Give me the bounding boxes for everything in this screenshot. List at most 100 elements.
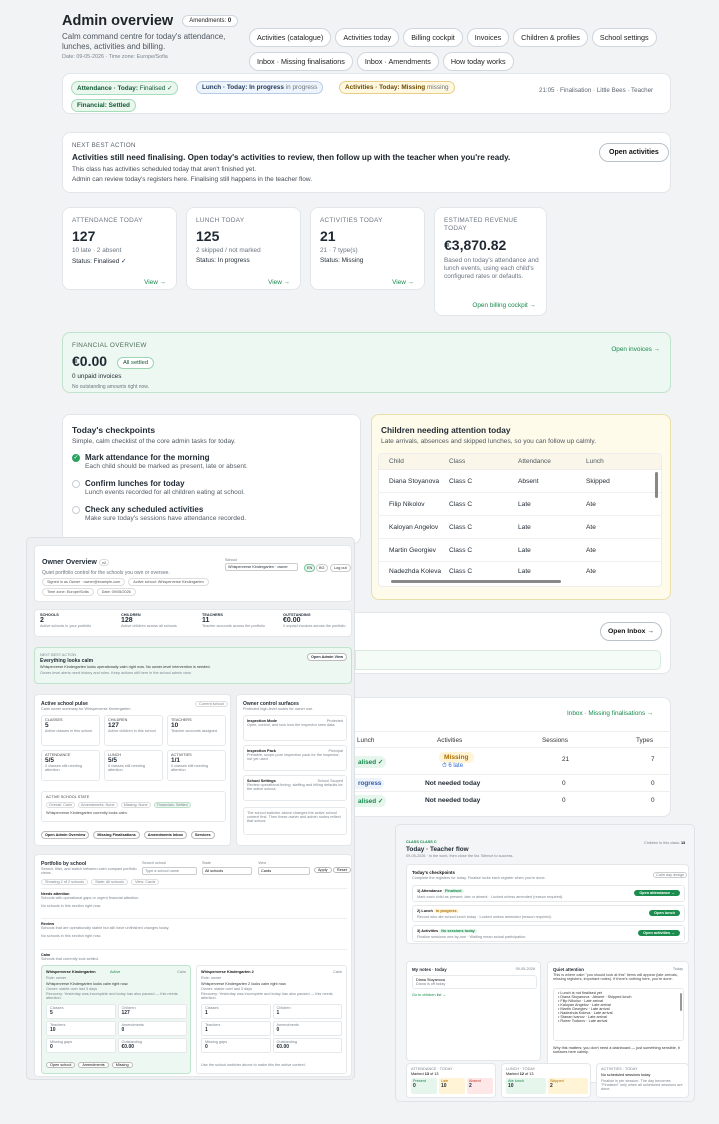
- note-entry[interactable]: Diana Stoyanova Diana is off today: [412, 975, 537, 989]
- group-review[interactable]: Review Schools that are operationally st…: [41, 918, 347, 946]
- lang-en[interactable]: EN: [304, 564, 316, 572]
- checkpoint-title: Check any scheduled activities: [85, 505, 204, 514]
- col-child: Child: [389, 458, 404, 465]
- scrollbar[interactable]: [680, 993, 682, 1011]
- attention-subtitle: Late arrivals, absences and skipped lunc…: [381, 438, 597, 445]
- page-subtitle: Calm command centre for today's attendan…: [62, 32, 226, 51]
- missing-finalisations-button[interactable]: Missing Finalisations: [93, 831, 140, 839]
- next-action-line1: This class has activities scheduled toda…: [72, 166, 257, 173]
- financial-note: No outstanding amounts right now.: [72, 384, 149, 390]
- reset-button[interactable]: Reset: [333, 867, 351, 873]
- checkpoint-desc: Make sure today's sessions have attendan…: [85, 515, 247, 522]
- col-lunch: Lunch: [586, 458, 604, 465]
- open-activities-button[interactable]: Open activities: [599, 143, 669, 162]
- portfolio-state-select[interactable]: All schools: [202, 867, 252, 875]
- col-attendance: Attendance: [518, 458, 551, 465]
- status-financial[interactable]: Financial: Settled: [71, 99, 136, 112]
- owner-chip: Time zone: Europe/Sofia: [42, 588, 94, 596]
- quiet-attention-list[interactable]: • Lunch is not finalised yet • Diana Sto…: [553, 988, 684, 1041]
- teacher-step-attendance[interactable]: 1) Attendance Finalised Mark each child …: [412, 885, 685, 902]
- missing-finalisations-link[interactable]: Inbox · Missing finalisations →: [567, 710, 653, 717]
- checkpoint-title: Mark attendance for the morning: [85, 453, 210, 462]
- status-activities[interactable]: Activities · Today: Missing missing: [339, 81, 455, 94]
- status-note: 21:05 · Finalisation · Little Bees · Tea…: [539, 87, 654, 94]
- lang-bg[interactable]: BG: [316, 564, 328, 572]
- next-action-headline: Activities still need finalising. Open t…: [72, 153, 511, 162]
- nav-inbox-missing[interactable]: Inbox · Missing finalisations: [249, 52, 353, 71]
- attention-table[interactable]: Child Class Attendance Lunch Diana Stoya…: [378, 453, 662, 587]
- stat-kicker: ACTIVITIES TODAY: [320, 217, 383, 224]
- checkpoint-item[interactable]: Check any scheduled activities Make sure…: [72, 505, 355, 522]
- surface-inspection-pack[interactable]: Inspection Pack Principal Printable, scope…: [243, 745, 347, 771]
- teacher-step-lunch[interactable]: 2) Lunch In progress Record who ate scho…: [412, 905, 685, 922]
- teacher-checkpoints: Today's checkpoints Complete the registe…: [406, 864, 689, 944]
- teacher-class-kicker: CLASS CLASS C: [406, 840, 437, 844]
- status-attendance[interactable]: Attendance · Today: Finalised ✓: [71, 81, 179, 95]
- school-select[interactable]: Whisperverse Kindergarten · owner: [225, 563, 298, 571]
- group-needs-attention[interactable]: Needs attention Schools with operational…: [41, 888, 347, 916]
- open-admin-overview-button[interactable]: Open Admin Overview: [41, 831, 90, 839]
- open-school-button[interactable]: Open school: [46, 1062, 76, 1068]
- stat-view-link[interactable]: View →: [392, 279, 414, 286]
- teacher-step-activities[interactable]: 3) Activities No sessions today Finalise…: [412, 925, 685, 942]
- vertical-scrollbar[interactable]: [655, 472, 658, 498]
- nav-how-today-works[interactable]: How today works: [442, 52, 514, 71]
- stat-view-link[interactable]: View →: [144, 279, 166, 286]
- open-invoices-link[interactable]: Open invoices →: [611, 346, 660, 353]
- amendments-badge: Amendments: 0: [182, 15, 239, 27]
- portfolio-view-select[interactable]: Cards: [258, 867, 310, 875]
- nav-activities-today[interactable]: Activities today: [335, 28, 400, 47]
- school-card[interactable]: Whisperverse Kindergarten Active Calm Ro…: [41, 965, 191, 1074]
- nav-activities-catalogue[interactable]: Activities (catalogue): [249, 28, 332, 47]
- nav-inbox-amendments[interactable]: Inbox · Amendments: [356, 52, 439, 71]
- col-class: Class: [449, 458, 466, 465]
- open-admin-view-button[interactable]: Open Admin View: [307, 653, 348, 661]
- nav-school-settings[interactable]: School settings: [591, 28, 657, 47]
- surface-school-settings[interactable]: School Settings School Scoped Review opera…: [243, 775, 347, 801]
- stat-view-link[interactable]: View →: [268, 279, 290, 286]
- amendments-inbox-button[interactable]: Amendments Inbox: [143, 831, 188, 839]
- school-card[interactable]: Whisperverse Kindergarten 2 Calm Role: o…: [196, 965, 347, 1074]
- table-row[interactable]: Kaloyan Angelov Class C Late Ate: [379, 516, 661, 539]
- billing-cockpit-link[interactable]: Open billing cockpit →: [472, 302, 536, 309]
- table-row[interactable]: Martin Georgiev Class C Late Ate: [379, 539, 661, 562]
- stat-detail: 10 late · 2 absent: [72, 247, 122, 254]
- open-activities-teacher-button[interactable]: Open activities →: [638, 930, 680, 936]
- open-inbox-button[interactable]: Open Inbox →: [600, 622, 663, 641]
- owner-overview-screenshot: Owner Overview v2 Quiet portfolio contro…: [26, 537, 355, 1080]
- apply-button[interactable]: Apply: [314, 867, 332, 873]
- services-button[interactable]: Services: [191, 831, 215, 839]
- check-pending-icon: [72, 506, 80, 514]
- col-lunch: Lunch: [357, 737, 375, 744]
- stat-activities: ACTIVITIES TODAY 21 21 · 7 type(s) Statu…: [310, 207, 425, 290]
- checkpoint-item[interactable]: ✓ Mark attendance for the morning Each c…: [72, 453, 355, 470]
- table-row[interactable]: Diana Stoyanova Class C Absent Skipped: [379, 470, 661, 493]
- portfolio-search-input[interactable]: Type a school name: [142, 867, 197, 875]
- horizontal-scrollbar[interactable]: [391, 580, 561, 583]
- owner-nba-title: Everything looks calm: [40, 658, 94, 664]
- school-amendments-button[interactable]: Amendments: [78, 1062, 109, 1068]
- pulse-tile: LUNCH 5/5 0 classes still needing attentio…: [104, 750, 163, 781]
- teacher-meta: 09-05-2026 · In the work, then close the…: [406, 854, 514, 858]
- surface-inspection-mode[interactable]: Inspection Mode Protected Open, control, a…: [243, 715, 347, 741]
- nav-children-profiles[interactable]: Children & profiles: [513, 28, 588, 47]
- teacher-notes: My notes · today 09-05-2026 Diana Stoyan…: [406, 961, 541, 1061]
- nav-invoices[interactable]: Invoices: [466, 28, 510, 47]
- stat-attendance: ATTENDANCE TODAY 127 10 late · 2 absent …: [62, 207, 177, 290]
- school-missing-button[interactable]: Missing: [111, 1062, 133, 1068]
- logout-button[interactable]: Log out: [330, 564, 351, 572]
- active-school-pulse: Active school pulse Calm owner summary f…: [34, 694, 231, 846]
- stat-detail: 2 skipped / not marked: [196, 247, 261, 254]
- checkpoint-item[interactable]: Confirm lunches for today Lunch events r…: [72, 479, 355, 496]
- nav-billing-cockpit[interactable]: Billing cockpit: [403, 28, 463, 47]
- top-nav: Activities (catalogue) Activities today …: [249, 28, 669, 71]
- table-row[interactable]: Filip Nikolov Class C Late Ate: [379, 493, 661, 516]
- page-title: Admin overview: [62, 13, 174, 29]
- children-list-link[interactable]: Go to children list →: [412, 993, 446, 997]
- stat-value: €3,870.82: [444, 237, 507, 253]
- group-calm[interactable]: Calm Schools that currently look settled…: [41, 949, 347, 961]
- open-attendance-button[interactable]: Open attendance →: [634, 890, 680, 896]
- table-row[interactable]: Nadezhda Koleva Class C Late Ate: [379, 562, 661, 580]
- open-lunch-button[interactable]: Open lunch: [649, 910, 680, 916]
- status-lunch[interactable]: Lunch · Today: In progress in progress: [196, 81, 324, 94]
